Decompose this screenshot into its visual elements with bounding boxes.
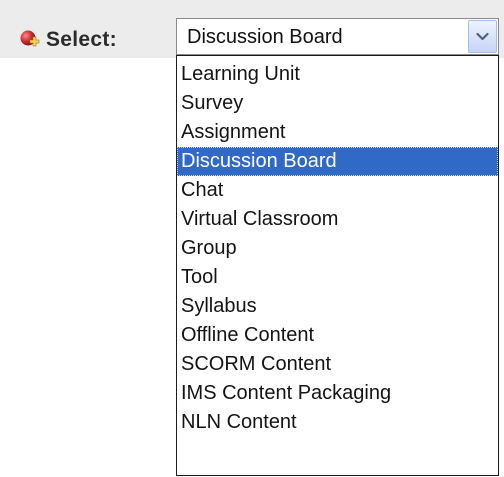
toolbar: Select: Discussion Board: [0, 0, 504, 58]
option-virtual-classroom[interactable]: Virtual Classroom: [177, 205, 498, 234]
option-group[interactable]: Group: [177, 234, 498, 263]
option-survey[interactable]: Survey: [177, 89, 498, 118]
option-ims-content-packaging[interactable]: IMS Content Packaging: [177, 379, 498, 408]
content-type-select[interactable]: Discussion Board: [176, 18, 499, 55]
select-current-value: Discussion Board: [187, 26, 343, 48]
dropdown-arrow-button[interactable]: [468, 20, 497, 53]
option-learning-unit[interactable]: Learning Unit: [177, 60, 498, 89]
option-discussion-board[interactable]: Discussion Board: [177, 147, 498, 176]
option-scorm-content[interactable]: SCORM Content: [177, 350, 498, 379]
option-tool[interactable]: Tool: [177, 263, 498, 292]
add-plus-icon: [20, 29, 40, 49]
dropdown-list: Learning Unit Survey Assignment Discussi…: [176, 55, 499, 476]
option-nln-content[interactable]: NLN Content: [177, 408, 498, 437]
select-label: Select:: [46, 28, 117, 51]
option-syllabus[interactable]: Syllabus: [177, 292, 498, 321]
option-offline-content[interactable]: Offline Content: [177, 321, 498, 350]
option-assignment[interactable]: Assignment: [177, 118, 498, 147]
option-chat[interactable]: Chat: [177, 176, 498, 205]
